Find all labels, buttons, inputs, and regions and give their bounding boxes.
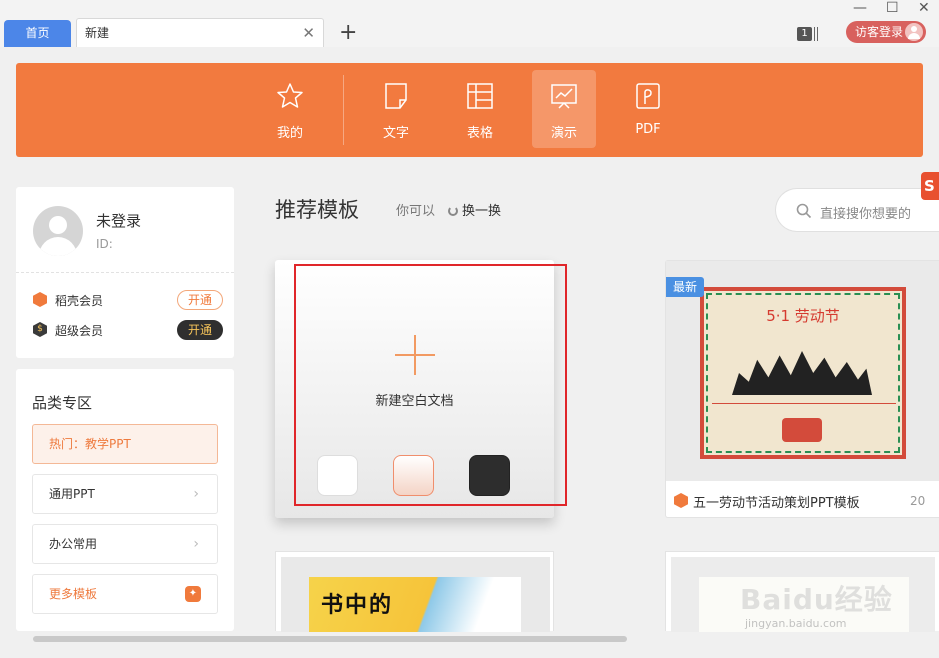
membership-label: 稻壳会员 — [55, 294, 104, 308]
nav-spreadsheet[interactable]: 表格 — [448, 70, 512, 148]
window-close-icon[interactable]: ✕ — [918, 0, 930, 16]
refresh-label: 换一换 — [462, 204, 502, 219]
nav-my-label: 我的 — [276, 126, 303, 141]
nav-pdf[interactable]: PDF — [616, 70, 680, 148]
search-input[interactable]: 直接搜你想要的 — [775, 188, 939, 232]
watermark: Baidu经验 — [740, 583, 893, 616]
docer-brand-icon[interactable]: S — [921, 172, 939, 200]
template-card[interactable]: 5·1 劳动节 最新 五一劳动节活动策划PPT模板 20 — [665, 260, 939, 518]
refresh-button[interactable]: 换一换 — [448, 200, 501, 219]
chevron-right-icon: › — [193, 486, 199, 502]
docer-member-icon — [33, 292, 47, 307]
tab-new[interactable]: 新建 ✕ — [76, 18, 324, 47]
nav-presentation-label: 演示 — [550, 126, 577, 141]
template-card[interactable]: 书中的 — [275, 551, 554, 632]
category-item-office[interactable]: 办公常用 › — [32, 524, 218, 564]
user-avatar-icon — [905, 23, 923, 41]
maximize-icon[interactable]: ☐ — [886, 0, 899, 16]
poster-lower-panel — [712, 403, 896, 449]
template-meta: 20 — [910, 494, 926, 508]
category-panel: 品类专区 热门：教学PPT 通用PPT › 办公常用 › 更多模板 ✦ — [16, 369, 234, 631]
tab-new-label: 新建 — [85, 26, 110, 40]
user-name[interactable]: 未登录 — [96, 210, 141, 231]
table-icon — [467, 83, 493, 109]
minimize-icon[interactable]: — — [853, 0, 867, 16]
category-item-more[interactable]: 更多模板 ✦ — [32, 574, 218, 614]
template-title[interactable]: 五一劳动节活动策划PPT模板 — [693, 492, 860, 511]
window-list-icon[interactable] — [814, 27, 818, 41]
nav-my[interactable]: 我的 — [258, 70, 322, 148]
category-title: 品类专区 — [32, 394, 93, 412]
membership-label: 超级会员 — [55, 324, 104, 338]
nav-spreadsheet-label: 表格 — [466, 126, 493, 141]
open-super-member-button[interactable]: 开通 — [177, 320, 223, 340]
search-placeholder: 直接搜你想要的 — [820, 207, 912, 222]
page-title: 推荐模板 — [275, 198, 359, 222]
refresh-icon — [448, 206, 458, 216]
new-badge: 最新 — [666, 277, 704, 297]
category-item-label: 热门：教学PPT — [49, 437, 131, 451]
close-icon[interactable]: ✕ — [302, 19, 315, 47]
profile-card: 未登录 ID: 稻壳会员 开通 $ 超级会员 开通 — [16, 187, 234, 358]
banner-divider — [343, 75, 344, 145]
nav-writer-label: 文字 — [382, 126, 409, 141]
refresh-hint: 你可以 — [396, 204, 436, 219]
user-id: ID: — [96, 237, 113, 251]
template-art-text: 书中的 — [321, 593, 394, 618]
poster-title: 5·1 劳动节 — [766, 307, 840, 325]
horizontal-scrollbar[interactable] — [33, 636, 627, 642]
nav-presentation[interactable]: 演示 — [532, 70, 596, 148]
category-item-label: 更多模板 — [49, 587, 98, 601]
avatar[interactable] — [33, 206, 83, 256]
membership-row-docer: 稻壳会员 开通 — [33, 290, 223, 310]
category-item-general-ppt[interactable]: 通用PPT › — [32, 474, 218, 514]
title-bar: 首页 新建 ✕ + 1 访客登录 — ☐ ✕ — [0, 0, 939, 47]
docer-logo-icon: ✦ — [185, 586, 201, 602]
add-tab-icon[interactable]: + — [339, 19, 357, 47]
document-icon — [385, 83, 407, 109]
profile-divider — [16, 272, 234, 273]
chevron-right-icon: › — [193, 536, 199, 552]
window-count-badge[interactable]: 1 — [797, 27, 812, 41]
category-item-hot[interactable]: 热门：教学PPT — [32, 424, 218, 464]
highlight-annotation-box — [294, 264, 567, 506]
template-thumbnail[interactable]: 5·1 劳动节 最新 — [666, 261, 939, 481]
nav-writer[interactable]: 文字 — [364, 70, 428, 148]
guest-login-label: 访客登录 — [855, 25, 904, 39]
poster-crowd-illustration — [732, 351, 872, 395]
guest-login-button[interactable]: 访客登录 — [846, 21, 926, 43]
search-icon — [796, 203, 812, 219]
docer-template-icon — [674, 493, 688, 508]
nav-pdf-label: PDF — [635, 122, 661, 137]
super-member-icon: $ — [33, 322, 47, 337]
template-thumbnail[interactable]: 书中的 — [281, 557, 550, 632]
watermark-url: jingyan.baidu.com — [745, 617, 847, 630]
membership-row-super: $ 超级会员 开通 — [33, 320, 223, 340]
star-icon — [277, 83, 303, 108]
pdf-icon — [636, 83, 660, 109]
template-poster: 5·1 劳动节 — [700, 287, 906, 459]
presentation-icon — [551, 84, 577, 109]
open-docer-member-button[interactable]: 开通 — [177, 290, 223, 310]
category-item-label: 办公常用 — [49, 537, 98, 551]
tab-home[interactable]: 首页 — [4, 20, 71, 47]
template-art: 书中的 — [309, 577, 521, 632]
category-item-label: 通用PPT — [49, 487, 95, 501]
app-type-banner: 我的 文字 表格 演示 PDF — [16, 63, 923, 157]
